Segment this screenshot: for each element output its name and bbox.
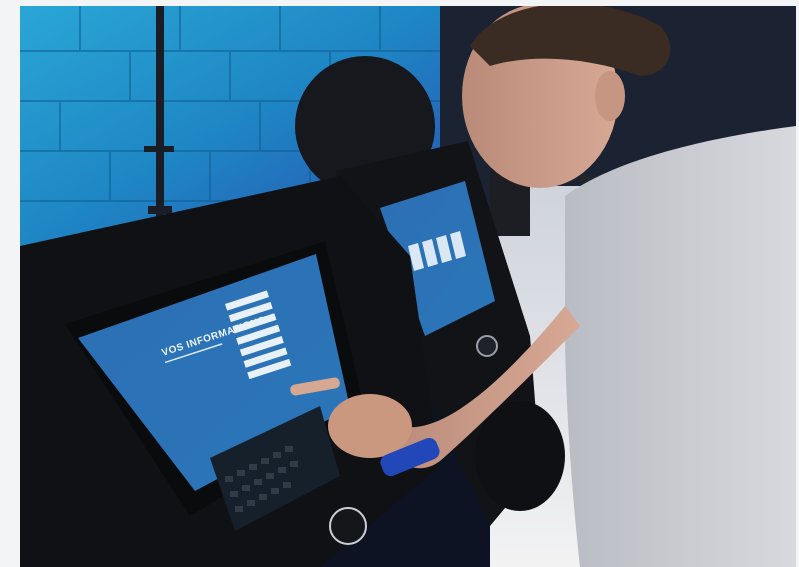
card-reader[interactable] bbox=[329, 507, 367, 545]
light-stand bbox=[156, 6, 164, 216]
front-kiosk: VOS INFORMATIONS bbox=[20, 176, 440, 567]
photo-frame: VOS INFORMATIONS bbox=[20, 6, 796, 567]
kiosk-photo: VOS INFORMATIONS bbox=[20, 6, 796, 567]
hand bbox=[328, 394, 412, 458]
